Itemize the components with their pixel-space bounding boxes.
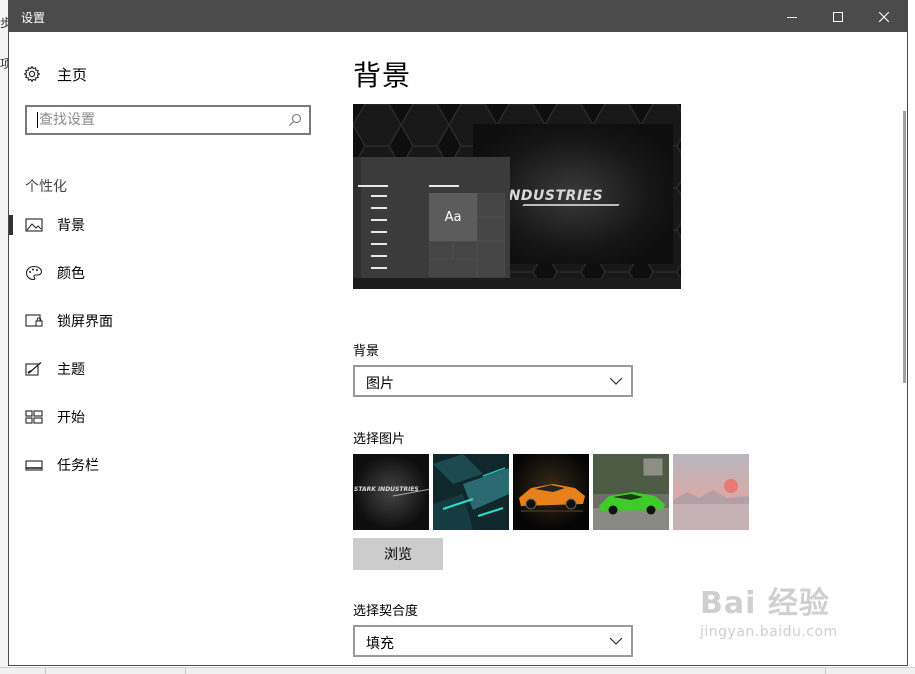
fit-label: 选择契合度 (353, 604, 419, 619)
preview-menu-line (371, 219, 387, 221)
vertical-scrollbar[interactable] (903, 111, 906, 383)
maximize-button[interactable] (815, 1, 861, 32)
preview-menu-line (371, 243, 387, 245)
gear-icon (23, 65, 41, 83)
background-window-edge: 步 项 (0, 0, 12, 673)
taskbar-icon (25, 460, 43, 471)
preview-menu-line (371, 267, 387, 269)
fit-dropdown[interactable]: 填充 (353, 625, 633, 657)
sidebar-home-label: 主页 (57, 65, 88, 84)
chevron-down-icon (609, 637, 623, 645)
preview-start-menu: Aa (353, 157, 510, 278)
background-divider (45, 668, 46, 674)
sidebar-item-lock-screen[interactable]: 锁屏界面 (9, 301, 329, 341)
watermark-logo: Bai 经验 (700, 586, 830, 621)
sidebar-item-label: 背景 (57, 218, 85, 234)
main-content: 背景 INDUSTRIES Aa 背景 图片 选择图片 STARK INDUST… (353, 32, 907, 665)
choose-picture-label: 选择图片 (353, 432, 406, 447)
sidebar-item-label: 主题 (57, 362, 85, 378)
preview-menu-line (429, 185, 459, 187)
text-caret (37, 112, 38, 128)
preview-menu-line (358, 185, 388, 187)
background-divider (825, 668, 826, 674)
background-label: 背景 (353, 344, 380, 359)
fit-value: 填充 (366, 636, 394, 652)
background-type-dropdown[interactable]: 图片 (353, 365, 633, 397)
preview-tile-text: Aa (429, 193, 477, 241)
thumbnail-caption: STARK INDUSTRIES (354, 486, 419, 493)
window-title: 设置 (21, 11, 46, 25)
preview-menu-line (371, 255, 387, 257)
background-divider (185, 668, 186, 674)
sidebar-item-themes[interactable]: 主题 (9, 349, 329, 389)
thumbnail-pink-sunset[interactable] (673, 454, 749, 530)
sidebar-item-home[interactable]: 主页 (23, 62, 87, 86)
title-bar[interactable]: 设置 (9, 1, 907, 32)
thumbnail-green-sportscar[interactable] (593, 454, 669, 530)
minimize-button[interactable] (769, 1, 815, 32)
sidebar-item-label: 开始 (57, 410, 85, 426)
preview-taskbar (353, 278, 681, 289)
preview-menu-line (371, 207, 387, 209)
lock-screen-icon (25, 314, 43, 327)
picture-icon (25, 218, 43, 232)
thumbnail-teal-abstract[interactable] (433, 454, 509, 530)
page-title: 背景 (353, 59, 412, 92)
preview-start-rail (353, 157, 361, 278)
sidebar-item-colors[interactable]: 颜色 (9, 253, 329, 293)
watermark: Bai 经验 jingyan.baidu.com (700, 578, 838, 640)
minimize-icon (787, 16, 797, 18)
desktop-preview: INDUSTRIES Aa (353, 104, 681, 289)
search-input[interactable] (39, 110, 279, 130)
start-tiles-icon (25, 410, 43, 424)
preview-menu-line (371, 195, 387, 197)
thumbnail-stark-industries[interactable]: STARK INDUSTRIES (353, 454, 429, 530)
thumbnail-orange-supercar[interactable] (513, 454, 589, 530)
preview-menu-line (371, 231, 387, 233)
sidebar: 主页 个性化 背景 颜色 (9, 32, 329, 665)
theme-brush-icon (25, 362, 42, 376)
settings-window: 设置 主页 个性化 (8, 0, 908, 666)
palette-icon (25, 265, 43, 281)
background-type-value: 图片 (366, 376, 394, 392)
close-icon (879, 11, 889, 22)
section-title-personalization: 个性化 (25, 179, 67, 195)
sidebar-item-taskbar[interactable]: 任务栏 (9, 445, 329, 485)
wallpaper-brand-line (522, 204, 620, 206)
maximize-icon (833, 11, 843, 22)
close-button[interactable] (861, 1, 907, 32)
watermark-url: jingyan.baidu.com (700, 624, 838, 640)
search-box[interactable] (25, 105, 311, 135)
sidebar-item-background[interactable]: 背景 (9, 205, 329, 245)
chevron-down-icon (609, 377, 623, 385)
sidebar-item-label: 颜色 (57, 266, 85, 282)
wallpaper-brand-text: INDUSTRIES (503, 188, 604, 204)
search-icon[interactable] (288, 113, 302, 127)
sidebar-item-label: 锁屏界面 (57, 314, 113, 330)
sidebar-item-start[interactable]: 开始 (9, 397, 329, 437)
browse-button[interactable]: 浏览 (353, 538, 443, 570)
sidebar-item-label: 任务栏 (57, 458, 99, 474)
